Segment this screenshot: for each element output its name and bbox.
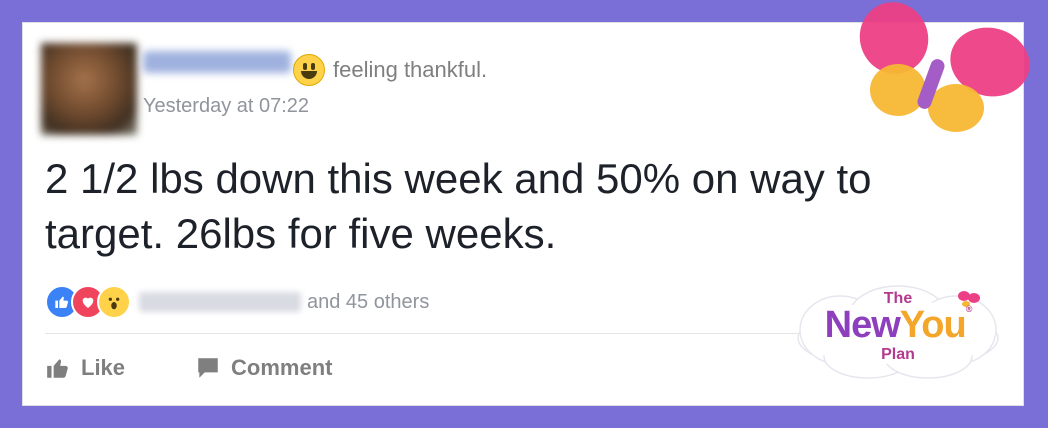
- comment-bubble-icon: [195, 355, 221, 381]
- feeling-status: feeling thankful.: [293, 54, 487, 86]
- post-body-text: 2 1/2 lbs down this week and 50% on way …: [45, 155, 872, 258]
- wow-reaction-icon: [97, 285, 131, 319]
- like-button[interactable]: Like: [45, 355, 125, 381]
- brand-new-you-text: NewYou®: [824, 304, 973, 346]
- smile-emoji-icon: [293, 54, 325, 86]
- reactions-row[interactable]: and 45 others: [45, 285, 429, 319]
- author-name-redacted[interactable]: [143, 51, 291, 73]
- action-divider: [45, 333, 825, 334]
- brand-you-word: You: [899, 304, 967, 346]
- comment-label: Comment: [231, 355, 333, 380]
- brand-new-word: New: [824, 304, 901, 346]
- reactor-names-redacted[interactable]: [139, 292, 301, 312]
- brand-plan-text: Plan: [881, 346, 915, 363]
- avatar[interactable]: [41, 43, 137, 135]
- feeling-text: feeling thankful.: [333, 57, 488, 82]
- comment-button[interactable]: Comment: [195, 355, 332, 381]
- post-timestamp[interactable]: Yesterday at 07:22: [143, 95, 309, 118]
- new-you-plan-logo: The NewYou® Plan: [788, 282, 1008, 382]
- thumbs-up-icon: [45, 355, 71, 381]
- reaction-others-count[interactable]: and 45 others: [307, 291, 429, 314]
- butterfly-icon: [859, 2, 1030, 132]
- post-actions: Like Comment: [45, 355, 402, 381]
- like-label: Like: [81, 355, 126, 380]
